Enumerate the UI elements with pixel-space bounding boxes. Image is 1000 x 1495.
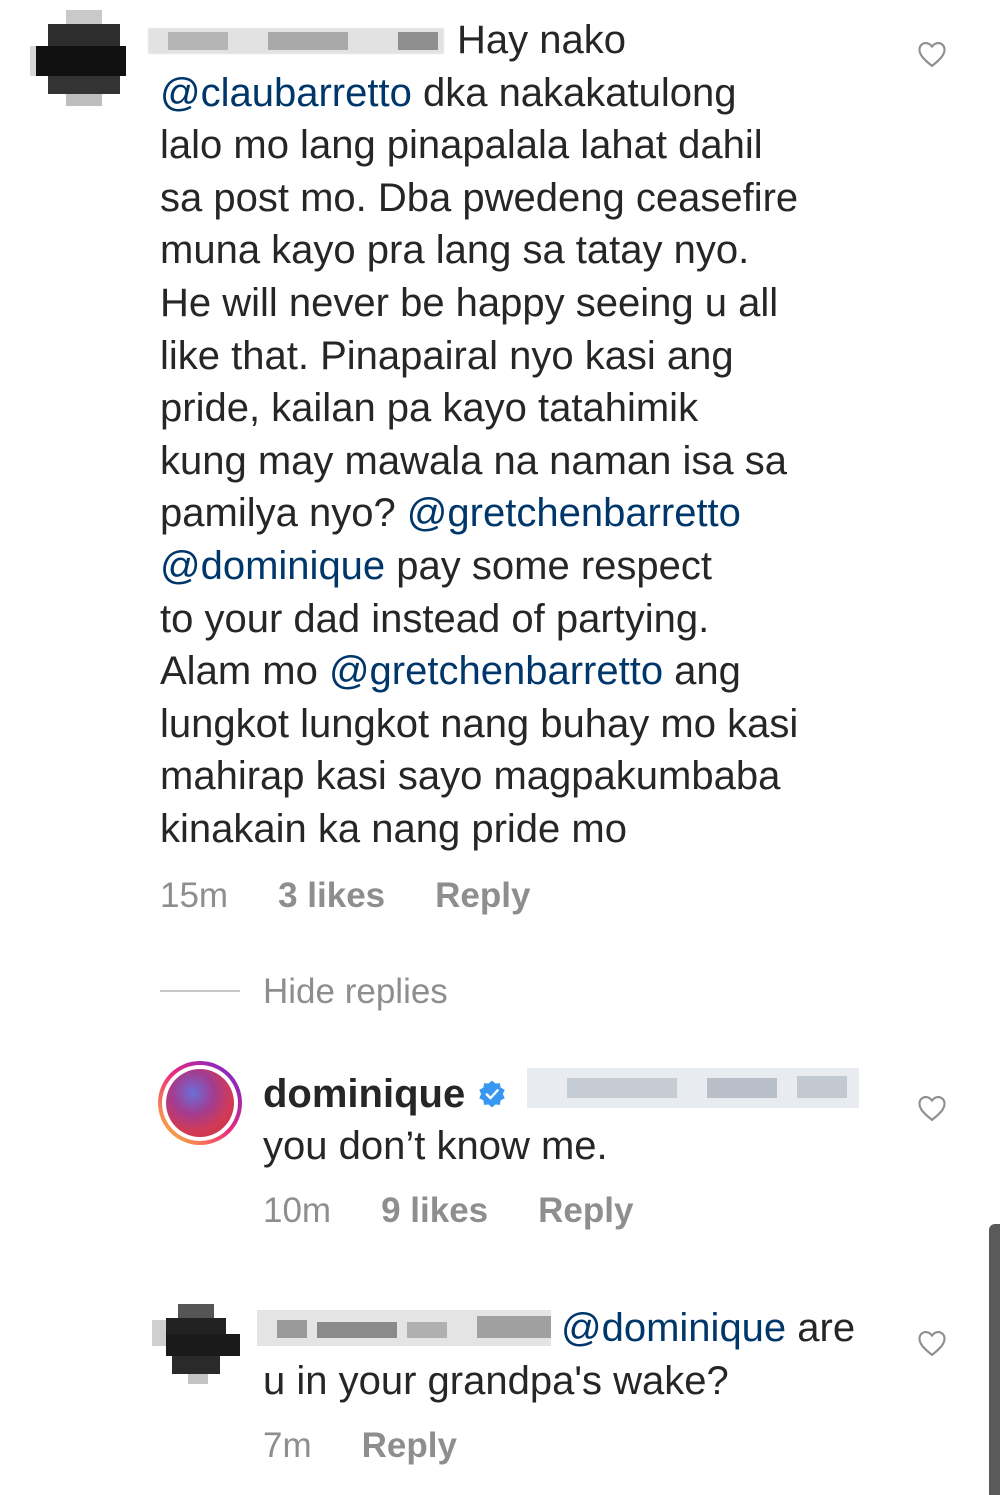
reply-button[interactable]: Reply xyxy=(435,876,530,916)
heart-icon[interactable] xyxy=(917,1329,947,1357)
comment-text: Hay nako @claubarretto dka nakakatulong … xyxy=(160,14,900,856)
reply-meta: 10m 9 likes Reply xyxy=(263,1191,633,1231)
comment-line: to your dad instead of partying. xyxy=(160,596,710,641)
hide-replies-button[interactable]: Hide replies xyxy=(263,972,448,1012)
comment-line: muna kayo pra lang sa tatay nyo. xyxy=(160,228,750,273)
comment-line: @claubarretto dka nakakatulong xyxy=(160,70,737,115)
timestamp: 15m xyxy=(160,876,229,915)
username[interactable]: dominique xyxy=(263,1072,465,1117)
comment-line: like that. Pinapairal nyo kasi ang xyxy=(160,333,734,378)
comment-line: pride, kailan pa kayo tatahimik xyxy=(160,386,699,431)
verified-badge-icon xyxy=(479,1080,505,1108)
comment-line: He will never be happy seeing u all xyxy=(160,280,779,325)
mention-link[interactable]: @dominique xyxy=(561,1306,786,1350)
comment-line: Alam mo @gretchenbarretto ang xyxy=(160,649,741,694)
hide-replies-divider xyxy=(160,990,240,992)
comment-meta: 15m 3 likes Reply xyxy=(160,876,530,916)
comment-line: lalo mo lang pinapalala lahat dahil xyxy=(160,123,763,168)
timestamp: 7m xyxy=(263,1426,312,1465)
reply-button[interactable]: Reply xyxy=(538,1191,633,1231)
mention-link[interactable]: @gretchenbarretto xyxy=(407,491,741,535)
text-blurred xyxy=(527,1068,859,1108)
reply-meta: 7m Reply xyxy=(263,1426,457,1466)
reply-line: u in your grandpa's wake? xyxy=(263,1358,729,1403)
mention-link[interactable]: @claubarretto xyxy=(160,71,412,115)
heart-icon[interactable] xyxy=(917,40,947,68)
avatar-pixelated[interactable] xyxy=(152,1304,240,1384)
likes-count[interactable]: 9 likes xyxy=(381,1191,488,1231)
likes-count[interactable]: 3 likes xyxy=(278,876,385,916)
comment-line: sa post mo. Dba pwedeng ceasefire xyxy=(160,175,799,220)
reply-line: @dominique are xyxy=(561,1306,856,1350)
comment-line: kinakain ka nang pride mo xyxy=(160,806,627,851)
scrollbar[interactable] xyxy=(989,1224,1000,1495)
comment-line: kung may mawala na naman isa sa xyxy=(160,438,787,483)
comment-line: @dominique pay some respect xyxy=(160,543,713,588)
comment-line: pamilya nyo? @gretchenbarretto xyxy=(160,491,741,536)
avatar-pixelated[interactable] xyxy=(30,10,126,106)
comment-line: Hay nako xyxy=(457,18,626,62)
mention-link[interactable]: @gretchenbarretto xyxy=(329,649,663,693)
comment-line: mahirap kasi sayo magpakumbaba xyxy=(160,754,781,799)
reply-text: @dominique are u in your grandpa's wake? xyxy=(263,1302,903,1407)
timestamp: 10m xyxy=(263,1191,332,1230)
heart-icon[interactable] xyxy=(917,1094,947,1122)
comment-line: lungkot lungkot nang buhay mo kasi xyxy=(160,701,799,746)
avatar[interactable] xyxy=(158,1061,242,1145)
reply-text: you don’t know me. xyxy=(263,1124,608,1168)
mention-link[interactable]: @dominique xyxy=(160,544,385,588)
reply-button[interactable]: Reply xyxy=(362,1426,457,1466)
reply-header: dominique xyxy=(263,1068,507,1120)
